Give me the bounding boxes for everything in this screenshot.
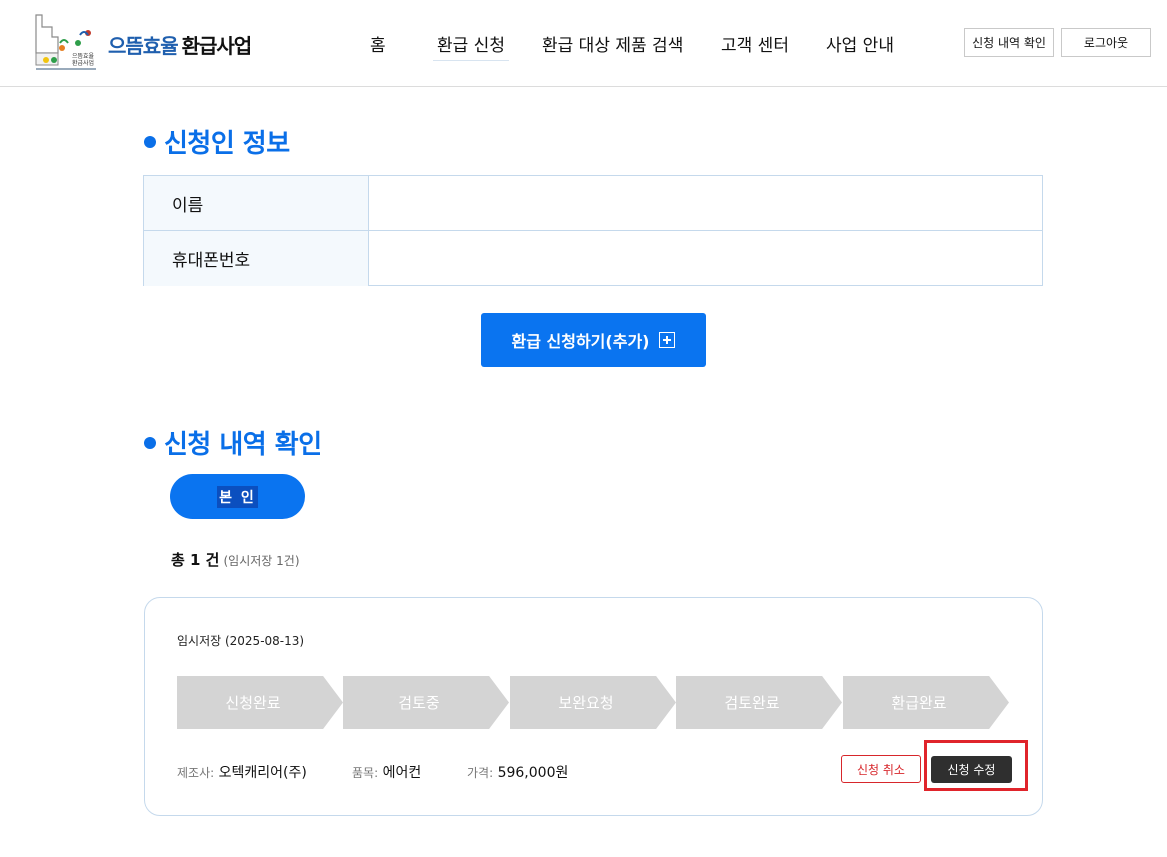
product-info: 품목: 에어컨 <box>352 762 421 782</box>
name-value <box>369 176 1042 230</box>
plus-square-icon <box>659 332 676 348</box>
product-value: 에어컨 <box>382 765 422 781</box>
price-info: 가격: 596,000원 <box>467 762 568 782</box>
nav-home[interactable]: 홈 <box>370 31 386 56</box>
applicant-title-text: 신청인 정보 <box>164 129 290 159</box>
bullet-dot-icon <box>144 135 156 148</box>
price-value: 596,000원 <box>497 765 569 781</box>
tab-self[interactable]: 본 인 <box>170 474 305 519</box>
edit-application-button[interactable]: 신청 수정 <box>931 756 1012 783</box>
nav-business-info[interactable]: 사업 안내 <box>826 31 894 56</box>
price-label: 가격: <box>467 766 494 780</box>
step-under-review: 검토중 <box>343 676 509 729</box>
temp-save-count: (임시저장 1건) <box>223 554 300 568</box>
step-supplement-request: 보완요청 <box>510 676 676 729</box>
history-check-button[interactable]: 신청 내역 확인 <box>964 28 1054 57</box>
info-row-name: 이름 <box>144 176 1042 231</box>
apply-refund-add-button[interactable]: 환급 신청하기(추가) <box>481 313 706 367</box>
application-card: 임시저장 (2025-08-13) 신청완료 검토중 보완요청 검토완료 환급완… <box>144 597 1043 816</box>
applicant-info-table: 이름 휴대폰번호 <box>143 175 1043 286</box>
manufacturer-value: 오텍캐리어(주) <box>218 765 307 781</box>
applicant-section-title: 신청인 정보 <box>144 123 290 160</box>
manufacturer-label: 제조사: <box>177 766 215 780</box>
nav-product-search[interactable]: 환급 대상 제품 검색 <box>542 31 683 56</box>
step-application-complete: 신청완료 <box>177 676 343 729</box>
history-section-title: 신청 내역 확인 <box>144 424 322 461</box>
phone-value <box>369 231 1042 286</box>
total-count-label: 총 1 건 <box>171 551 220 569</box>
progress-steps: 신청완료 검토중 보완요청 검토완료 환급완료 <box>177 676 1017 729</box>
history-title-text: 신청 내역 확인 <box>164 430 322 460</box>
product-label: 품목: <box>352 766 379 780</box>
step-refund-complete: 환급완료 <box>843 676 1009 729</box>
total-count: 총 1 건 (임시저장 1건) <box>171 549 300 570</box>
logout-button[interactable]: 로그아웃 <box>1061 28 1151 57</box>
apply-button-label: 환급 신청하기(추가) <box>511 332 650 351</box>
cancel-application-button[interactable]: 신청 취소 <box>841 755 921 783</box>
tab-self-label: 본 인 <box>217 485 258 508</box>
step-review-complete: 검토완료 <box>676 676 842 729</box>
phone-label: 휴대폰번호 <box>144 231 369 286</box>
bullet-dot-icon <box>144 436 156 449</box>
info-row-phone: 휴대폰번호 <box>144 231 1042 286</box>
nav-refund-apply[interactable]: 환급 신청 <box>433 31 509 61</box>
site-header: 으뜸효율 환급사업 으뜸효율 환급사업 홈 환급 신청 환급 대상 제품 검색 고… <box>0 0 1167 87</box>
nav-customer-center[interactable]: 고객 센터 <box>721 31 789 56</box>
name-label: 이름 <box>144 176 369 230</box>
temp-save-date: 임시저장 (2025-08-13) <box>177 634 305 648</box>
manufacturer-info: 제조사: 오텍캐리어(주) <box>177 762 307 782</box>
